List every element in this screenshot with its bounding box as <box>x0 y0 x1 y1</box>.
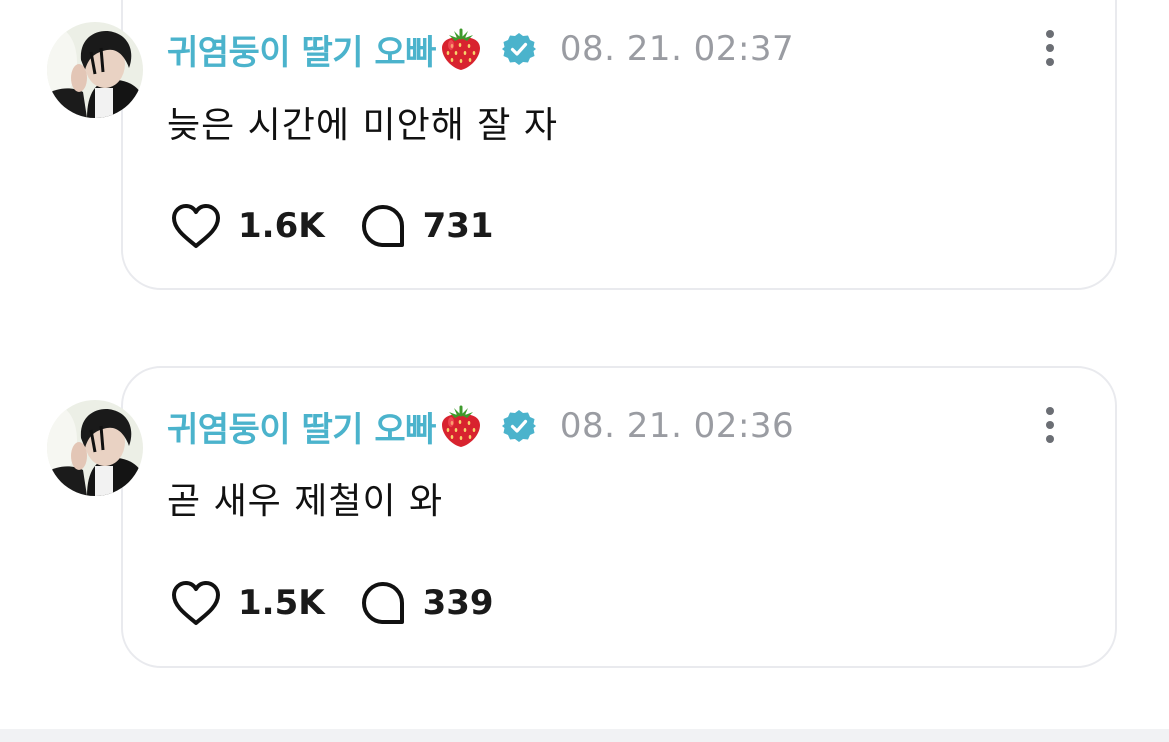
comment-bubble-icon[interactable] <box>359 579 407 627</box>
strawberry-icon <box>441 28 480 70</box>
heart-icon[interactable] <box>170 579 222 627</box>
more-options-icon[interactable] <box>1030 403 1070 447</box>
post-actions: 1.5K 339 <box>170 579 494 627</box>
post-actions: 1.6K 731 <box>170 202 494 250</box>
post-timestamp: 08. 21. 02:36 <box>559 406 795 446</box>
username[interactable]: 귀염둥이 딸기 오빠 <box>167 402 436 451</box>
like-count: 1.6K <box>238 206 325 246</box>
like-count: 1.5K <box>238 583 325 623</box>
heart-icon[interactable] <box>170 202 222 250</box>
verified-badge-icon <box>501 33 536 65</box>
avatar[interactable] <box>47 400 143 496</box>
strawberry-icon <box>441 405 480 447</box>
username[interactable]: 귀염둥이 딸기 오빠 <box>167 25 436 74</box>
more-options-icon[interactable] <box>1030 26 1070 70</box>
post-text: 늦은 시간에 미안해 잘 자 <box>167 105 558 146</box>
post-header: 귀염둥이 딸기 오빠 08. 21. 02:37 <box>167 24 794 74</box>
comment-bubble-icon[interactable] <box>359 202 407 250</box>
post-text: 곧 새우 제철이 와 <box>167 481 444 522</box>
post-feed: 귀염둥이 딸기 오빠 08. 21. 02:37 늦은 시간에 미안해 잘 자 <box>0 0 1169 742</box>
comment-count: 339 <box>422 583 494 623</box>
verified-badge-icon <box>501 410 536 442</box>
comment-count: 731 <box>422 206 494 246</box>
post-header: 귀염둥이 딸기 오빠 08. 21. 02:36 <box>167 401 794 451</box>
section-divider <box>0 729 1169 742</box>
post-timestamp: 08. 21. 02:37 <box>559 29 795 69</box>
avatar[interactable] <box>47 22 143 118</box>
